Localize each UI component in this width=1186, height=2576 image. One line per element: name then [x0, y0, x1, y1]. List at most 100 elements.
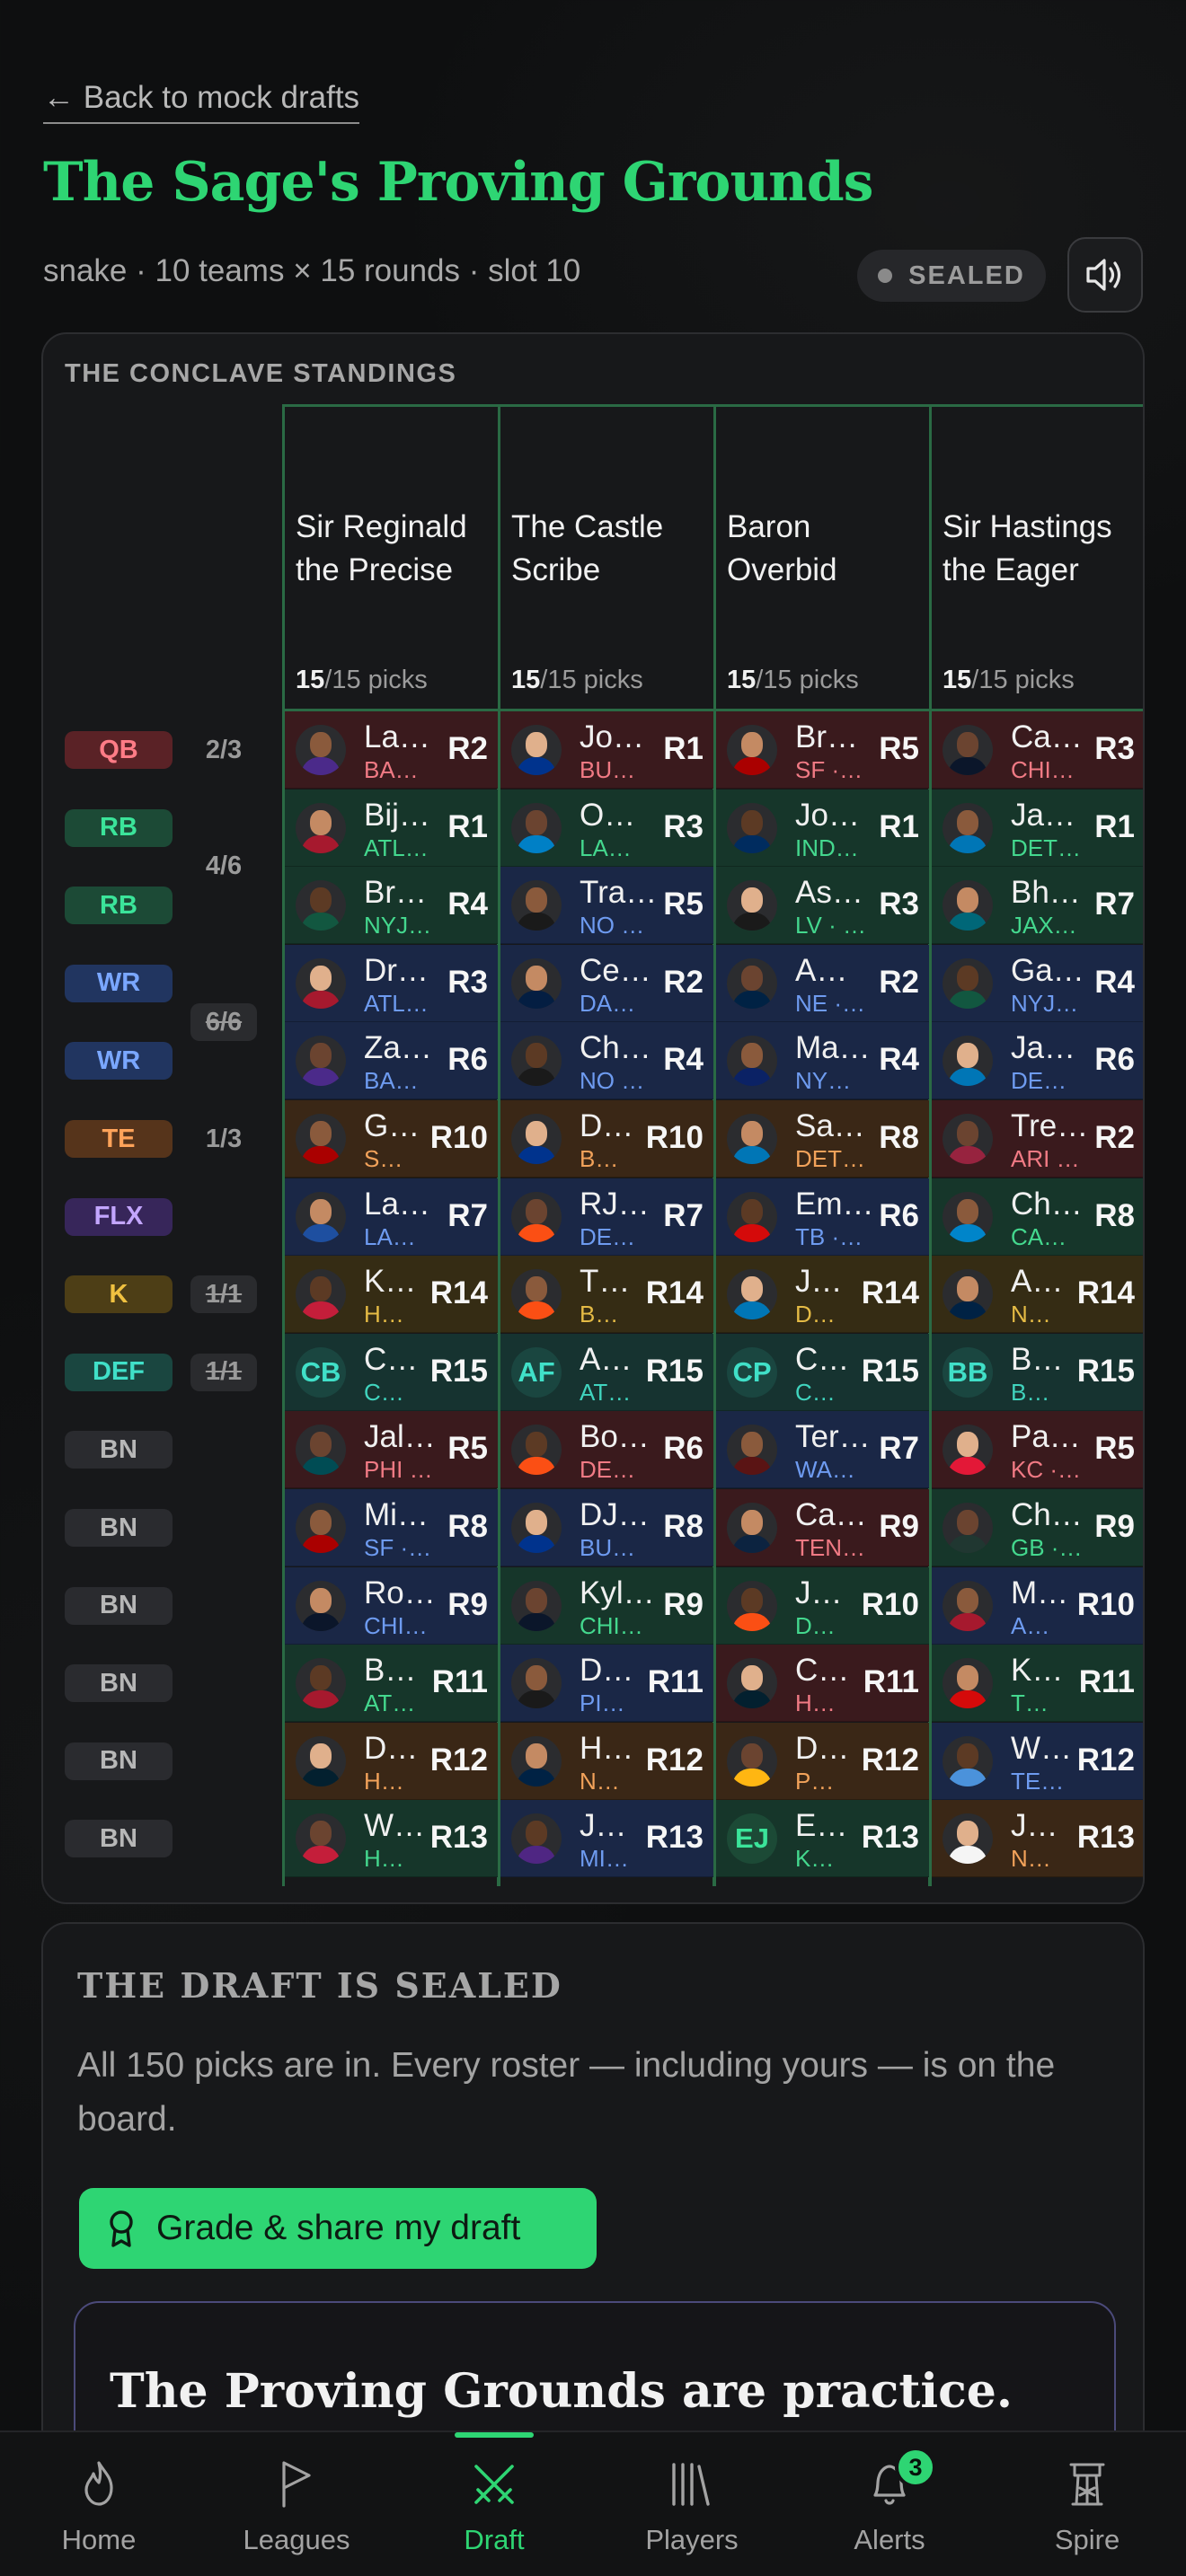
pick-cell[interactable]: Br… NYJ… R4	[285, 867, 500, 945]
pick-cell[interactable]: DJ… BU… R8	[500, 1489, 716, 1566]
pick-cell[interactable]: Ce… DA… R2	[500, 944, 716, 1022]
pick-cell[interactable]: D… B… R10	[500, 1100, 716, 1178]
pick-cell[interactable]: CB C… C… R15	[285, 1333, 500, 1411]
pick-cell[interactable]: D… P… R12	[716, 1722, 932, 1800]
pick-cell[interactable]: J… MI… R13	[500, 1800, 716, 1878]
player-face	[741, 809, 763, 835]
pick-cell[interactable]: K… T… R11	[932, 1645, 1143, 1723]
pick-cell[interactable]: Dr… ATL… R3	[285, 944, 500, 1022]
pick-cell[interactable]: La… LA… R7	[285, 1178, 500, 1256]
tab-draft[interactable]: Draft	[395, 2432, 593, 2576]
pick-cell[interactable]: AF A… AT… R15	[500, 1333, 716, 1411]
team-logo-avatar: CP	[727, 1346, 777, 1398]
picks-made: 15	[511, 666, 541, 694]
player-name: Bh…	[1011, 875, 1081, 911]
player-name: Dr…	[364, 952, 429, 988]
pick-cell[interactable]: EJ E… K… R13	[716, 1800, 932, 1878]
player-name: Ce…	[580, 952, 651, 988]
pick-cell[interactable]: Jo… IND… R1	[716, 789, 932, 867]
pick-cell[interactable]: Jo… BU… R1	[500, 711, 716, 789]
team-header[interactable]: The Castle Scribe 15/15 picks	[500, 404, 716, 711]
pick-cell[interactable]: C… H… R11	[716, 1645, 932, 1723]
pick-cell[interactable]: Ma… NY… R4	[716, 1022, 932, 1100]
sound-toggle-button[interactable]	[1067, 237, 1143, 313]
pick-cell[interactable]: RJ… DE… R7	[500, 1178, 716, 1256]
back-to-mock-drafts-link[interactable]: ← Back to mock drafts	[43, 79, 360, 124]
team-header[interactable]: Sir Reginald the Precise 15/15 picks	[285, 404, 500, 711]
pick-cell[interactable]: La… BA… R2	[285, 711, 500, 789]
player-face	[526, 732, 547, 757]
pick-cell[interactable]: A… N… R14	[932, 1256, 1143, 1334]
tab-alerts[interactable]: 3 Alerts	[791, 2432, 988, 2576]
player-face	[526, 1821, 547, 1847]
pick-cell[interactable]: Ga… NYJ… R4	[932, 944, 1143, 1022]
pick-cell[interactable]: K… H… R14	[285, 1256, 500, 1334]
pick-cell[interactable]: Bh… JAX… R7	[932, 867, 1143, 945]
pick-cell[interactable]: Bo… DE… R6	[500, 1411, 716, 1489]
pick-cell[interactable]: M… A… R10	[932, 1566, 1143, 1645]
team-header[interactable]: Sir Hastings the Eager 15/15 picks	[932, 404, 1143, 711]
draft-settings-summary: snake · 10 teams × 15 rounds · slot 10	[43, 253, 581, 288]
pick-cell[interactable]: Bij… ATL… R1	[285, 789, 500, 867]
pick-cell[interactable]: Jal… PHI … R5	[285, 1411, 500, 1489]
player-jersey	[301, 1457, 341, 1476]
grade-share-button[interactable]: Grade & share my draft	[79, 2188, 597, 2269]
pick-cell[interactable]: Ch… NO … R4	[500, 1022, 716, 1100]
team-pick-count: 15/15 picks	[511, 666, 643, 695]
pick-cell[interactable]: J… N… R13	[932, 1800, 1143, 1878]
pick-cell[interactable]: H… N… R12	[500, 1722, 716, 1800]
tab-home[interactable]: Home	[0, 2432, 198, 2576]
pick-cell[interactable]: W… H… R13	[285, 1800, 500, 1878]
player-team: H…	[364, 1767, 404, 1795]
pick-cell[interactable]: Ja… DET… R1	[932, 789, 1143, 867]
pick-cell[interactable]: Kyl… CHI… R9	[500, 1566, 716, 1645]
pick-cell[interactable]: Za… BA… R6	[285, 1022, 500, 1100]
pick-cell[interactable]: Tra… NO … R5	[500, 867, 716, 945]
pick-round: R2	[663, 964, 704, 1000]
tab-leagues[interactable]: Leagues	[198, 2432, 395, 2576]
pick-cell[interactable]: Ca… CHI… R3	[932, 711, 1143, 789]
team-name-line1: The Castle	[511, 509, 664, 544]
pick-cell[interactable]: G… S… R10	[285, 1100, 500, 1178]
pick-cell[interactable]: Ja… DE… R6	[932, 1022, 1143, 1100]
pick-cell[interactable]: Tre… ARI … R2	[932, 1100, 1143, 1178]
player-jersey	[732, 913, 772, 931]
pick-cell[interactable]: Sa… DET… R8	[716, 1100, 932, 1178]
pick-cell[interactable]: Ter… WA… R7	[716, 1411, 932, 1489]
pick-cell[interactable]: Br… SF ·… R5	[716, 711, 932, 789]
draft-board-grid[interactable]: Sir Reginald the Precise 15/15 picks La… BA……	[282, 404, 1143, 1886]
player-jersey	[517, 1457, 556, 1476]
player-headshot	[296, 880, 346, 931]
pick-cell[interactable]: Pa… KC ·… R5	[932, 1411, 1143, 1489]
pick-cell[interactable]: Ch… GB ·… R9	[932, 1489, 1143, 1566]
pick-cell[interactable]: B… AT… R11	[285, 1645, 500, 1723]
pick-cell[interactable]: A… NE ·… R2	[716, 944, 932, 1022]
pick-cell[interactable]: BB B… B… R15	[932, 1333, 1143, 1411]
team-column: Sir Reginald the Precise 15/15 picks La… BA……	[282, 404, 500, 1886]
pick-round: R1	[1094, 808, 1135, 844]
pick-cell[interactable]: D… H… R12	[285, 1722, 500, 1800]
pick-round: R7	[663, 1197, 704, 1233]
roster-slot-row: BN	[43, 1489, 286, 1566]
pick-cell[interactable]: W… TE… R12	[932, 1722, 1143, 1800]
player-jersey	[732, 1068, 772, 1087]
pick-cell[interactable]: D… PI… R11	[500, 1645, 716, 1723]
pick-cell[interactable]: T… B… R14	[500, 1256, 716, 1334]
pick-cell[interactable]: J… D… R10	[716, 1566, 932, 1645]
pick-cell[interactable]: Ca… TEN… R9	[716, 1489, 932, 1566]
pick-cell[interactable]: J… D… R14	[716, 1256, 932, 1334]
tab-spire[interactable]: Spire	[988, 2432, 1186, 2576]
pick-cell[interactable]: Ro… CHI… R9	[285, 1566, 500, 1645]
pick-cell[interactable]: Ch… CA… R8	[932, 1178, 1143, 1256]
team-header[interactable]: Baron Overbid 15/15 picks	[716, 404, 932, 711]
tab-players[interactable]: Players	[593, 2432, 791, 2576]
player-face	[741, 1276, 763, 1302]
pick-cell[interactable]: O… LA… R3	[500, 789, 716, 867]
pick-cell[interactable]: As… LV · … R3	[716, 867, 932, 945]
player-headshot	[727, 725, 777, 775]
pick-cell[interactable]: CP C… C… R15	[716, 1333, 932, 1411]
pick-round: R14	[861, 1275, 919, 1311]
slot-badge-te: TE	[65, 1120, 173, 1158]
pick-cell[interactable]: Mi… SF ·… R8	[285, 1489, 500, 1566]
pick-cell[interactable]: Em… TB ·… R6	[716, 1178, 932, 1256]
